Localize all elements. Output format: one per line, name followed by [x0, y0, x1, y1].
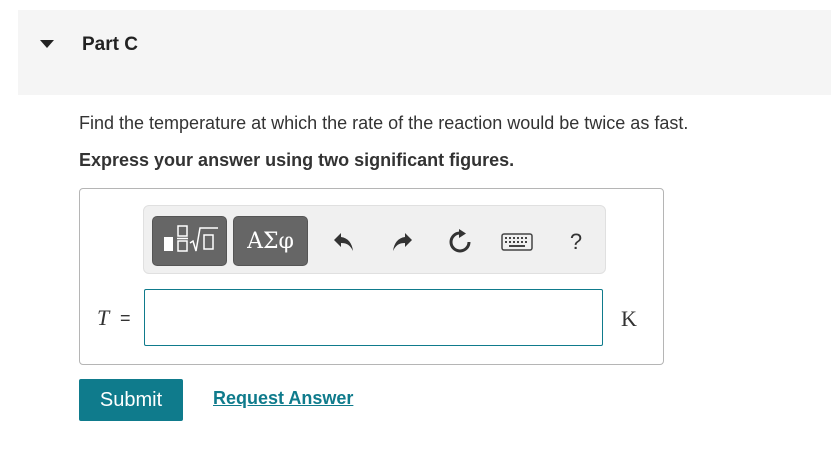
page: Part C Find the temperature at which the… — [0, 0, 831, 451]
reset-icon[interactable] — [446, 228, 474, 256]
answer-box: ΑΣφ ? T = K — [79, 188, 664, 365]
unit-label: K — [621, 306, 637, 331]
part-header[interactable]: Part C — [18, 10, 831, 95]
templates-button[interactable] — [152, 216, 227, 266]
collapse-caret-icon[interactable] — [40, 40, 54, 48]
answer-input[interactable] — [144, 289, 603, 346]
fraction-sqrt-templates-icon — [160, 223, 220, 260]
keyboard-icon[interactable] — [500, 228, 534, 256]
undo-arrow-icon[interactable] — [330, 228, 358, 256]
answer-instruction: Express your answer using two significan… — [79, 150, 515, 170]
submit-button[interactable]: Submit — [79, 379, 183, 421]
help-button[interactable]: ? — [562, 228, 590, 256]
question-text: Find the temperature at which the rate o… — [79, 113, 689, 133]
part-title: Part C — [82, 34, 138, 55]
request-answer-link[interactable]: Request Answer — [213, 388, 353, 409]
equals-sign: = — [120, 308, 131, 328]
redo-arrow-icon[interactable] — [388, 228, 416, 256]
greek-symbols-button[interactable]: ΑΣφ — [233, 216, 308, 266]
math-toolbar: ΑΣφ ? — [143, 205, 606, 274]
variable-label: T — [97, 305, 110, 330]
